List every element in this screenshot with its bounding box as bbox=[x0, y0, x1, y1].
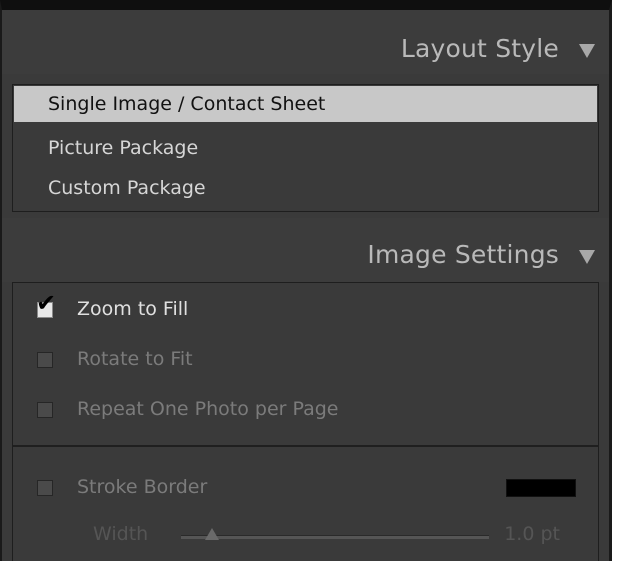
layout-item-single-image[interactable]: Single Image / Contact Sheet bbox=[14, 86, 597, 122]
layout-item-custom-package[interactable]: Custom Package bbox=[14, 170, 597, 206]
layout-style-list: Single Image / Contact Sheet Picture Pac… bbox=[12, 84, 599, 212]
rotate-to-fit-label: Rotate to Fit bbox=[77, 348, 193, 370]
slider-thumb[interactable] bbox=[204, 528, 219, 540]
stroke-border-label: Stroke Border bbox=[77, 476, 208, 498]
stroke-border-row[interactable]: Stroke Border bbox=[13, 467, 598, 507]
rotate-to-fit-row[interactable]: Rotate to Fit bbox=[13, 339, 598, 379]
collapse-triangle-icon[interactable] bbox=[579, 250, 595, 264]
image-settings-header[interactable]: Image Settings bbox=[2, 218, 609, 282]
stroke-border-checkbox[interactable] bbox=[37, 480, 53, 496]
layout-item-picture-package[interactable]: Picture Package bbox=[14, 130, 597, 166]
zoom-to-fill-checkbox[interactable]: ✔ bbox=[36, 291, 56, 318]
stroke-width-label: Width bbox=[93, 523, 149, 545]
checkmark-icon: ✔ bbox=[36, 289, 57, 317]
zoom-to-fill-label: Zoom to Fill bbox=[77, 298, 189, 320]
section-divider bbox=[13, 445, 598, 447]
stroke-color-swatch[interactable] bbox=[506, 479, 576, 497]
rotate-to-fit-checkbox[interactable] bbox=[37, 352, 53, 368]
zoom-to-fill-row[interactable]: ✔ Zoom to Fill bbox=[13, 289, 598, 329]
repeat-one-photo-label: Repeat One Photo per Page bbox=[77, 398, 339, 420]
image-settings-box: ✔ Zoom to Fill Rotate to Fit Repeat One … bbox=[12, 282, 599, 561]
stroke-width-value[interactable]: 1.0 pt bbox=[504, 523, 560, 545]
stroke-width-slider[interactable] bbox=[181, 528, 489, 540]
image-settings-title: Image Settings bbox=[367, 240, 559, 269]
print-module-panel: Layout Style Single Image / Contact Shee… bbox=[0, 0, 612, 561]
layout-style-header[interactable]: Layout Style bbox=[2, 10, 609, 74]
repeat-one-photo-row[interactable]: Repeat One Photo per Page bbox=[13, 389, 598, 429]
collapse-triangle-icon[interactable] bbox=[579, 44, 595, 58]
layout-style-title: Layout Style bbox=[400, 34, 559, 63]
repeat-one-photo-checkbox[interactable] bbox=[37, 402, 53, 418]
